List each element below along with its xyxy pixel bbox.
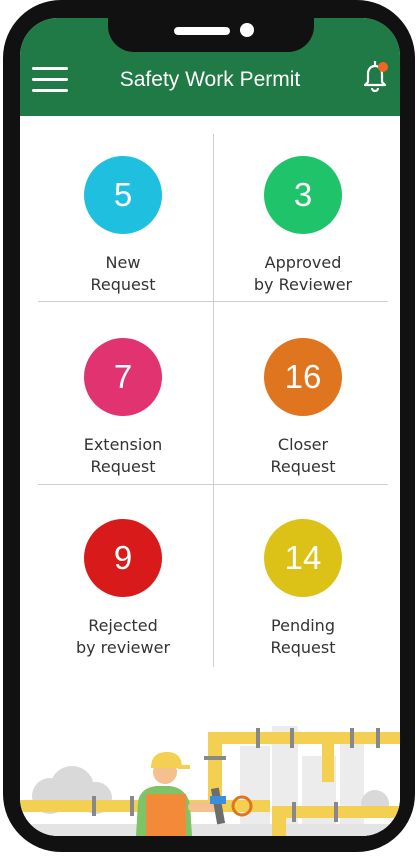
- tile-rejected-by-reviewer[interactable]: 9 Rejected by reviewer: [38, 497, 212, 667]
- tile-label: Approved by Reviewer: [253, 253, 353, 294]
- count-badge: 5: [84, 156, 162, 234]
- count-badge: 16: [264, 338, 342, 416]
- dashboard: 5 New Request 3 Approved by Reviewer 7 E…: [20, 116, 400, 836]
- hamburger-menu-icon[interactable]: [32, 67, 70, 95]
- count-badge: 9: [84, 519, 162, 597]
- speaker: [174, 27, 230, 35]
- app-header: Safety Work Permit: [20, 18, 400, 116]
- tile-approved-by-reviewer[interactable]: 3 Approved by Reviewer: [218, 134, 392, 304]
- count-badge: 7: [84, 338, 162, 416]
- tile-label: Extension Request: [83, 435, 163, 476]
- tile-new-request[interactable]: 5 New Request: [38, 134, 212, 304]
- tile-label: Rejected by reviewer: [75, 616, 171, 657]
- camera: [240, 23, 254, 37]
- app-screen: Safety Work Permit 5 New Request 3 Appro…: [20, 18, 400, 836]
- divider-vertical: [213, 134, 214, 667]
- tile-closer-request[interactable]: 16 Closer Request: [218, 316, 392, 486]
- page-title: Safety Work Permit: [119, 68, 301, 91]
- tile-label: New Request: [90, 253, 156, 294]
- tile-pending-request[interactable]: 14 Pending Request: [218, 497, 392, 667]
- notification-button[interactable]: [358, 58, 392, 94]
- phone-frame: Safety Work Permit 5 New Request 3 Appro…: [3, 0, 415, 852]
- tile-label: Pending Request: [270, 616, 336, 657]
- count-badge: 3: [264, 156, 342, 234]
- count-badge: 14: [264, 519, 342, 597]
- worker-pipeline-illustration: [20, 726, 400, 836]
- device-notch: [108, 18, 314, 52]
- tile-label: Closer Request: [270, 435, 336, 476]
- notification-badge: [378, 62, 388, 72]
- tile-extension-request[interactable]: 7 Extension Request: [38, 316, 212, 486]
